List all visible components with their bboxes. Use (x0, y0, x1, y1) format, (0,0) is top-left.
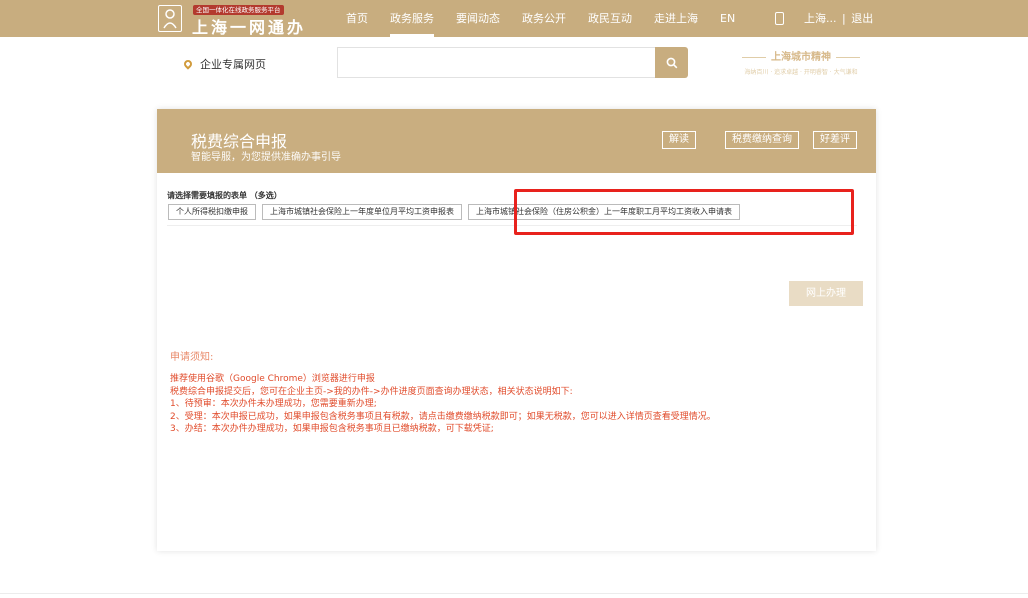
notice-line: 3、办结：本次办件办理成功，如果申报包含税务事项且已缴纳税款，可下载凭证; (170, 424, 494, 434)
search-icon (666, 57, 677, 68)
nav-item-english[interactable]: EN (720, 0, 735, 37)
city-spirit-title: 上海城市精神 (726, 48, 876, 63)
service-card: 税费综合申报 智能导服，为您提供准确办事引导 解读 税费缴纳查询 好差评 请选择… (157, 109, 876, 551)
footer-divider (0, 593, 1028, 594)
highlight-box (514, 189, 854, 235)
city-spirit: 上海城市精神 海纳百川 · 追求卓越 · 开明睿智 · 大气谦和 (726, 48, 876, 76)
form-select-label: 请选择需要填报的表单 （多选） (167, 191, 282, 200)
notice-text: 推荐使用谷歌（Google Chrome）浏览器进行申报 税费综合申报提交后，您… (170, 373, 716, 436)
location-pin-icon (182, 58, 194, 70)
notice-line: 税费综合申报提交后，您可在企业主页->我的办件->办件进度页面查询办理状态，相关… (170, 386, 573, 397)
search-button[interactable] (655, 47, 688, 78)
online-apply-button[interactable]: 网上办理 (789, 281, 863, 306)
form-option-personal-tax[interactable]: 个人所得税扣缴申报 (168, 204, 256, 220)
interpret-button[interactable]: 解读 (662, 131, 696, 149)
search-input[interactable] (337, 47, 655, 78)
logo-icon[interactable] (158, 5, 182, 32)
nav-item-interaction[interactable]: 政民互动 (588, 0, 632, 37)
enterprise-location[interactable]: 企业专属网页 (182, 56, 266, 72)
nav-item-about-shanghai[interactable]: 走进上海 (654, 0, 698, 37)
nav-item-home[interactable]: 首页 (346, 0, 368, 37)
user-separator: | (842, 12, 846, 25)
tax-payment-query-button[interactable]: 税费缴纳查询 (725, 131, 799, 149)
page-subtitle: 智能导服，为您提供准确办事引导 (191, 152, 341, 163)
nav-item-news[interactable]: 要闻动态 (456, 0, 500, 37)
nav-item-gov-open[interactable]: 政务公开 (522, 0, 566, 37)
location-label: 企业专属网页 (200, 58, 266, 71)
main-nav: 首页 政务服务 要闻动态 政务公开 政民互动 走进上海 EN (346, 0, 757, 37)
notice-title: 申请须知: (170, 352, 214, 363)
user-area: 上海... | 退出 (804, 0, 873, 37)
nav-item-gov-services[interactable]: 政务服务 (390, 0, 434, 37)
logout-link[interactable]: 退出 (851, 12, 873, 25)
rating-button[interactable]: 好差评 (813, 131, 857, 149)
site-logo-text[interactable]: 上海一网通办 (192, 14, 306, 38)
notice-line: 2、受理：本次申报已成功，如果申报包含税务事项且有税款，请点击缴费缴纳税款即可；… (170, 411, 716, 422)
card-header: 税费综合申报 智能导服，为您提供准确办事引导 解读 税费缴纳查询 好差评 (157, 109, 876, 173)
notice-line: 推荐使用谷歌（Google Chrome）浏览器进行申报 (170, 374, 375, 384)
user-name[interactable]: 上海... (804, 12, 837, 25)
city-spirit-subtitle: 海纳百川 · 追求卓越 · 开明睿智 · 大气谦和 (744, 69, 858, 76)
mobile-icon[interactable] (775, 12, 784, 25)
notice-line: 1、待预审：本次办件未办理成功，您需要重新办理; (170, 399, 377, 409)
form-option-unit-avg-wage[interactable]: 上海市城镇社会保险上一年度单位月平均工资申报表 (262, 204, 462, 220)
top-header: 全国一体化在线政务服务平台 上海一网通办 首页 政务服务 要闻动态 政务公开 政… (0, 0, 1028, 37)
